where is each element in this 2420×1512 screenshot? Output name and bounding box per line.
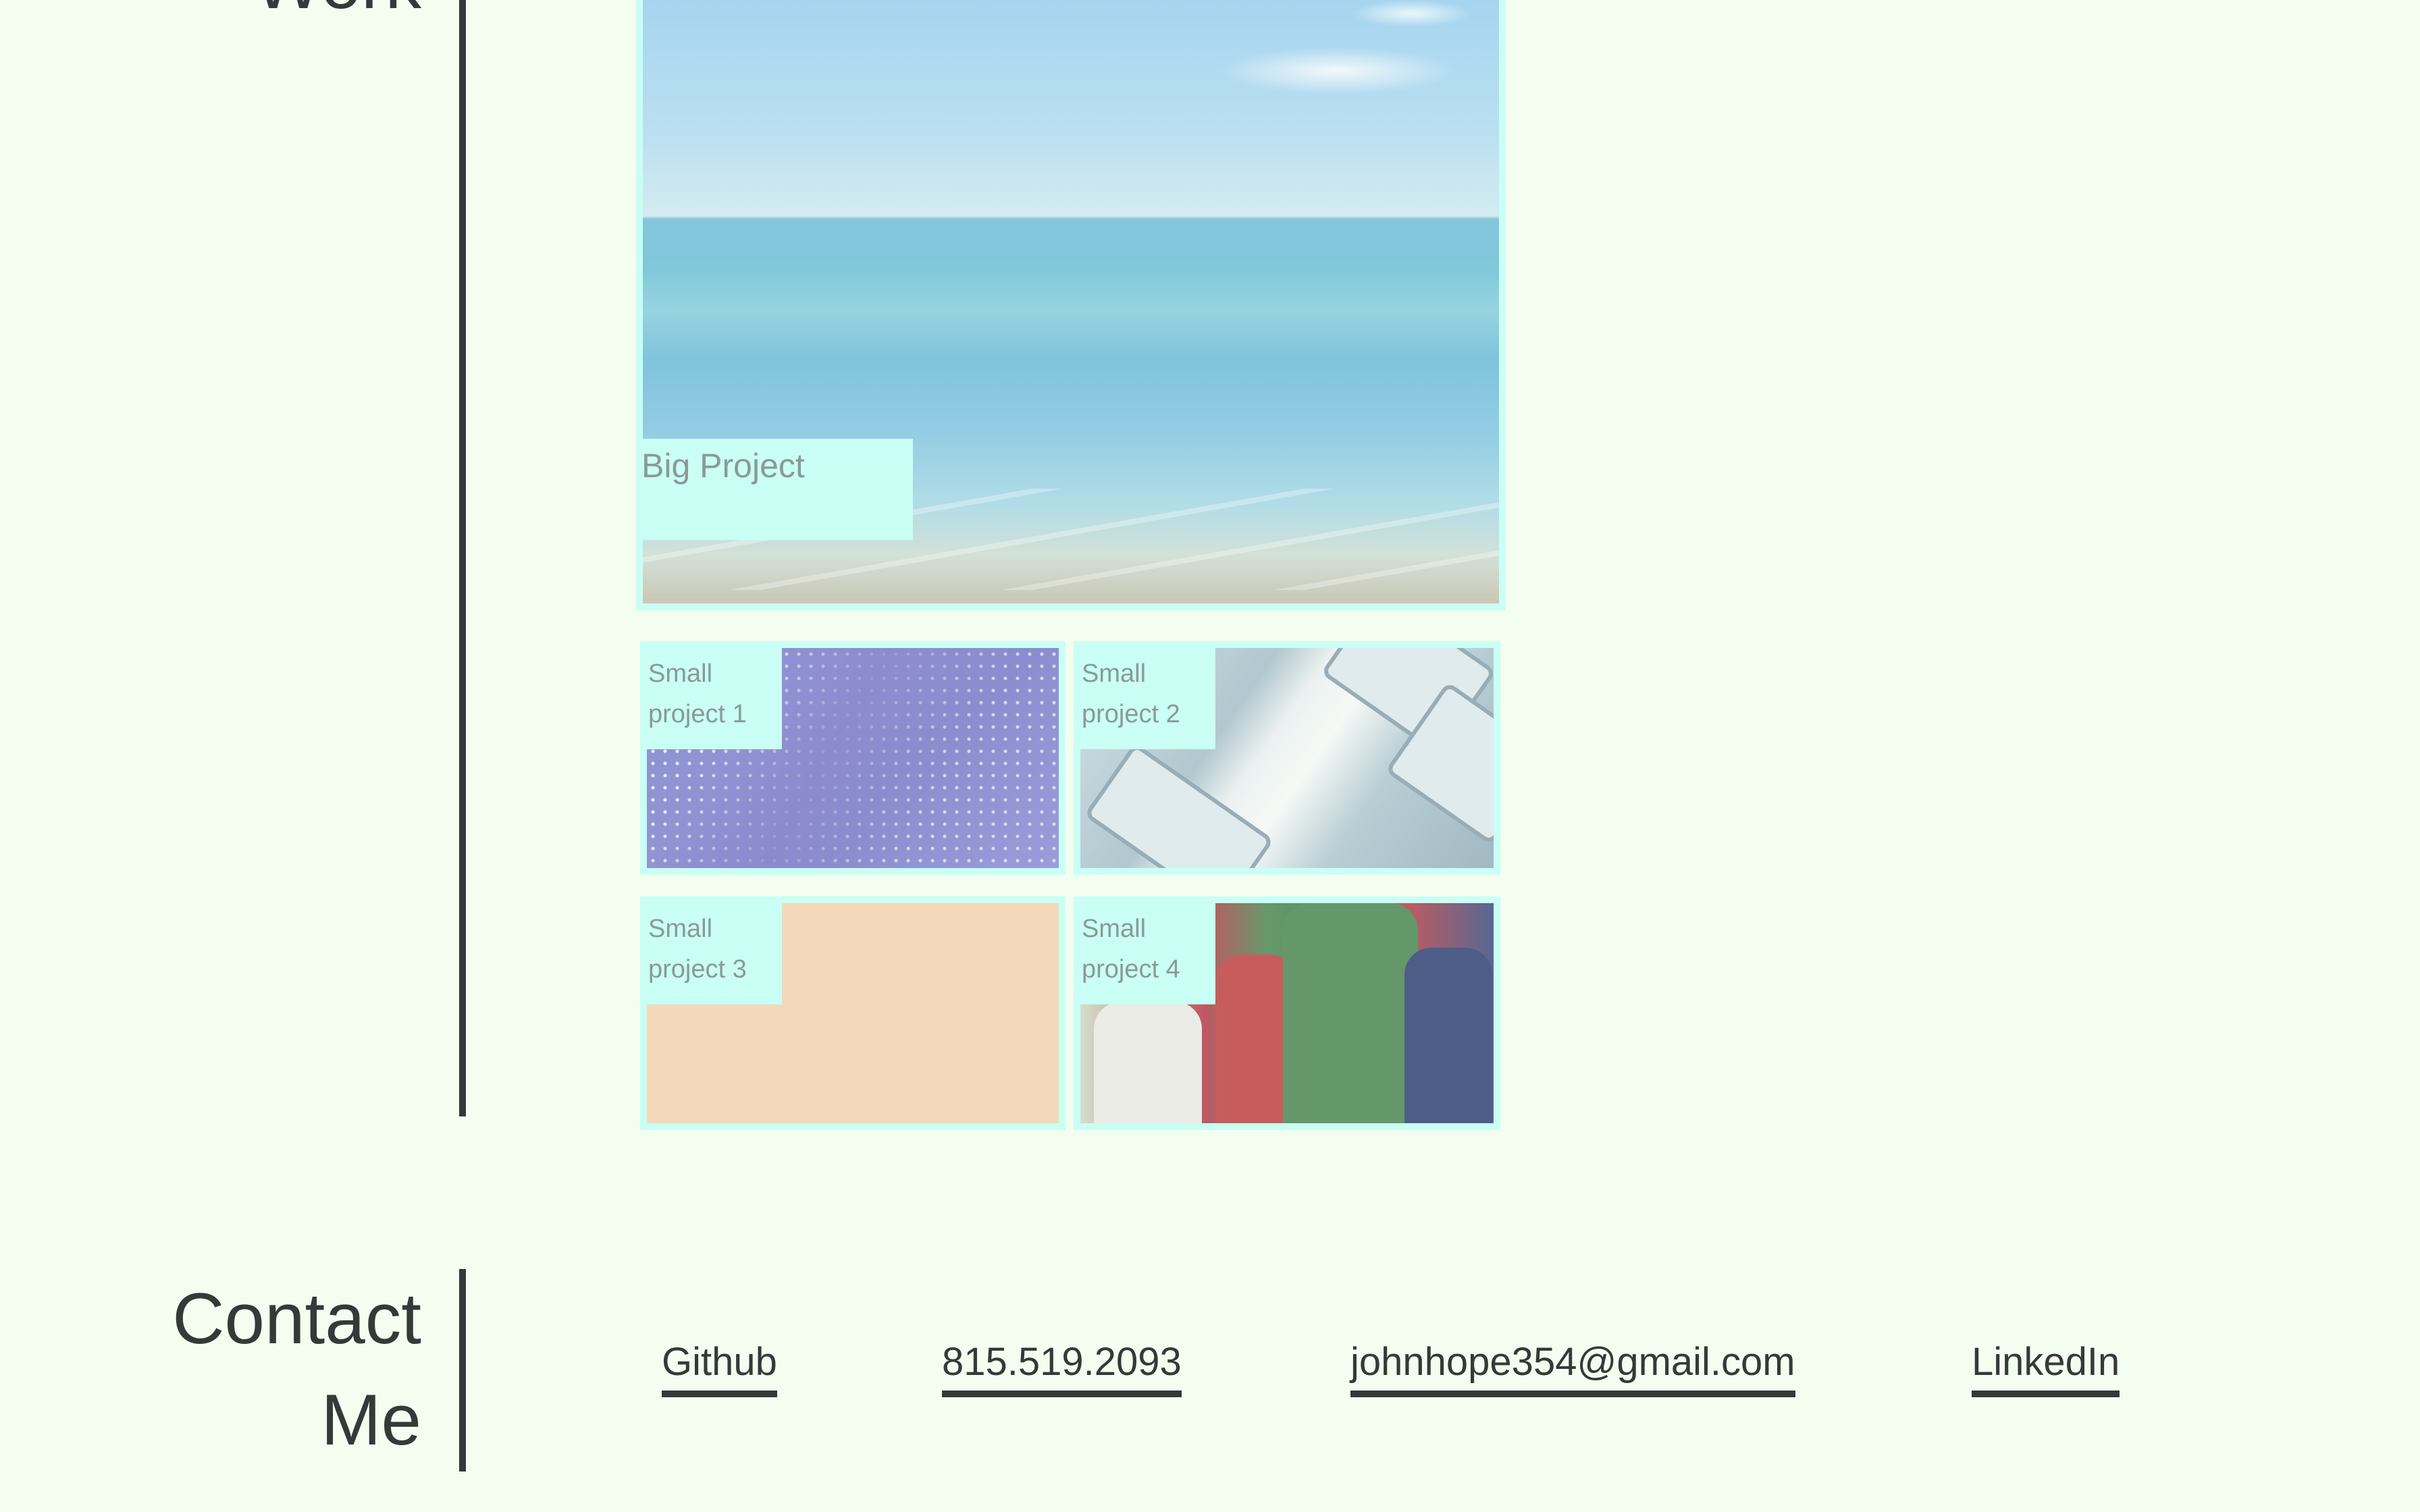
label-line: project 2 xyxy=(1082,700,1180,728)
big-project-card[interactable]: Big Project xyxy=(636,0,1506,610)
label-line: Small xyxy=(648,915,713,943)
big-project-label: Big Project xyxy=(643,439,913,540)
label-line: Small xyxy=(648,659,713,688)
email-link[interactable]: johnhope354@gmail.com xyxy=(1350,1335,1795,1397)
label-line: project 1 xyxy=(648,700,747,728)
portfolio-page: Work Big Project Small project 1 Small p… xyxy=(0,0,2420,1512)
label-line: Small xyxy=(1082,915,1147,943)
small-project-1-card[interactable]: Small project 1 xyxy=(640,641,1066,875)
contact-heading: Contact Me xyxy=(172,1268,421,1470)
small-project-4-label: Small project 4 xyxy=(1080,903,1215,1004)
github-link[interactable]: Github xyxy=(662,1335,777,1397)
small-project-3-label: Small project 3 xyxy=(647,903,782,1004)
label-line: project 4 xyxy=(1082,955,1180,983)
small-project-1-label: Small project 1 xyxy=(647,648,782,749)
contact-heading-line: Me xyxy=(321,1379,421,1460)
label-line: Small xyxy=(1082,659,1147,688)
contact-heading-line: Contact xyxy=(172,1278,421,1359)
linkedin-link[interactable]: LinkedIn xyxy=(1972,1335,2120,1397)
contact-divider xyxy=(459,1269,466,1472)
small-project-2-card[interactable]: Small project 2 xyxy=(1074,641,1500,875)
small-project-4-card[interactable]: Small project 4 xyxy=(1074,896,1500,1130)
work-divider xyxy=(459,0,466,1116)
phone-link[interactable]: 815.519.2093 xyxy=(942,1335,1182,1397)
small-project-2-label: Small project 2 xyxy=(1080,648,1215,749)
work-heading: Work xyxy=(254,0,421,34)
small-project-3-card[interactable]: Small project 3 xyxy=(640,896,1066,1130)
label-line: project 3 xyxy=(648,955,747,983)
